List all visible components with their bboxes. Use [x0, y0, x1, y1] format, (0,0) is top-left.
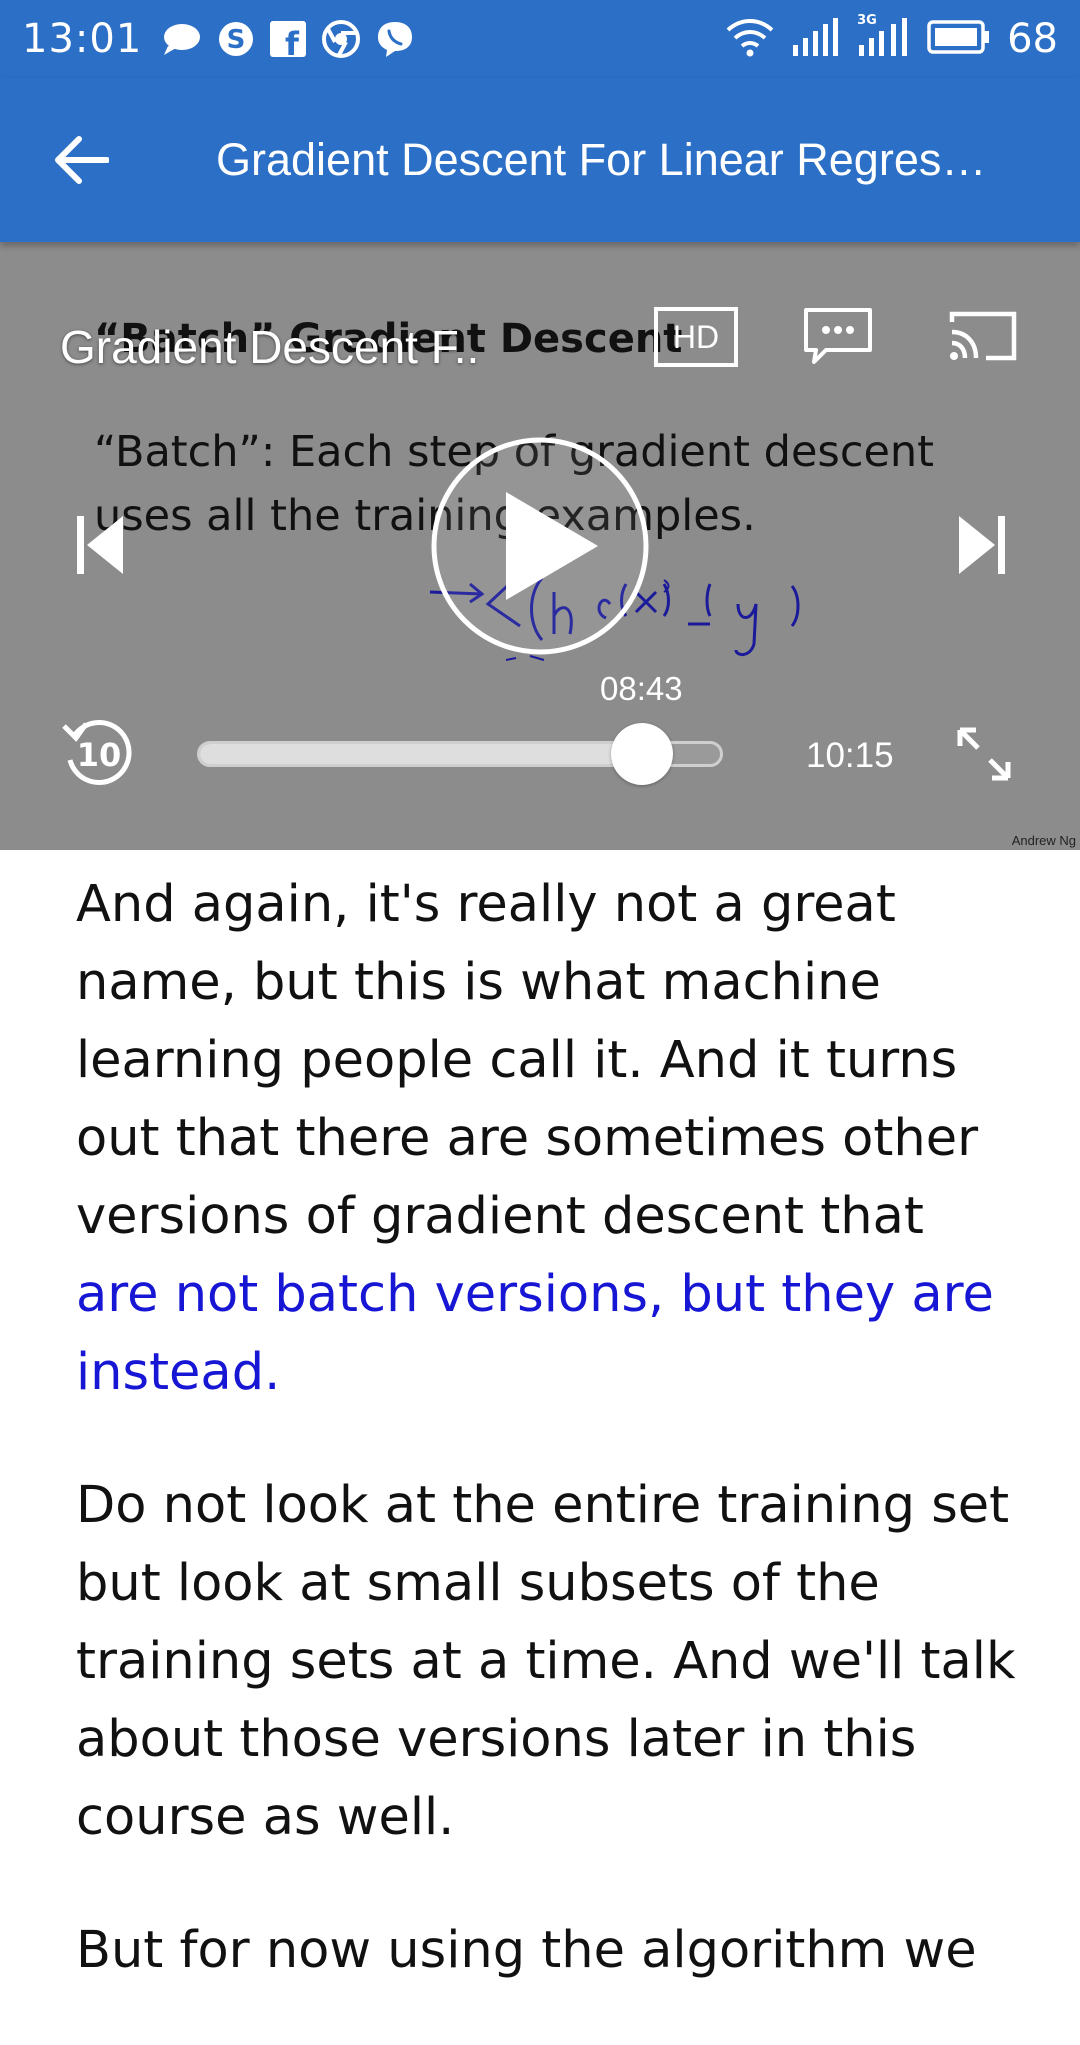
page-title: Gradient Descent For Linear Regres… — [216, 134, 987, 185]
status-time: 13:01 — [22, 16, 143, 62]
signal-3g-icon: 3G — [857, 13, 911, 61]
transcript-text: And again, it's really not a great name,… — [76, 875, 979, 1246]
fullscreen-button[interactable] — [952, 722, 1016, 786]
skip-previous-icon — [77, 516, 123, 574]
facebook-icon: f — [270, 21, 307, 57]
rewind-10-button[interactable]: 10 — [60, 716, 136, 792]
previous-button[interactable] — [70, 510, 130, 580]
next-button[interactable] — [952, 510, 1012, 580]
slide-credit: Andrew Ng — [1011, 833, 1076, 848]
transcript: And again, it's really not a great name,… — [76, 866, 1016, 2045]
cast-icon — [949, 311, 1017, 361]
seek-bar[interactable] — [197, 723, 723, 785]
chrome-icon — [322, 20, 361, 58]
hd-button[interactable]: HD — [654, 307, 738, 367]
transcript-paragraph[interactable]: Do not look at the entire training set b… — [76, 1467, 1016, 1857]
video-player[interactable]: “Batch” Gradient Descent “Batch”: Each s… — [0, 242, 1080, 850]
subtitles-icon — [804, 308, 872, 364]
cast-button[interactable] — [946, 306, 1020, 366]
battery-icon — [927, 19, 991, 59]
signal-icon — [791, 17, 841, 61]
play-icon — [431, 437, 649, 655]
total-time: 10:15 — [806, 736, 894, 775]
arrow-back-icon — [55, 136, 109, 184]
replay-10-icon: 10 — [62, 720, 132, 785]
chat-bubble-icon — [162, 22, 202, 56]
skip-next-icon — [959, 516, 1005, 574]
transcript-current-sentence[interactable]: are not batch versions, but they are ins… — [76, 1265, 994, 1402]
seek-thumb[interactable] — [611, 723, 673, 785]
network-type-label: 3G — [857, 13, 877, 28]
svg-text:S: S — [227, 25, 246, 55]
status-bar: 13:01 S f 3G 68 — [0, 0, 1080, 78]
battery-percentage: 68 — [1007, 16, 1058, 62]
subtitles-button[interactable] — [800, 304, 876, 368]
seek-progress — [200, 744, 642, 764]
transcript-paragraph[interactable]: But for now using the algorithm we — [76, 1912, 1016, 1990]
fullscreen-icon — [957, 727, 1011, 781]
app-bar: Gradient Descent For Linear Regres… — [0, 78, 1080, 242]
back-button[interactable] — [0, 78, 170, 242]
wifi-icon — [725, 17, 775, 61]
svg-text:f: f — [285, 25, 300, 57]
current-time: 08:43 — [600, 670, 683, 707]
play-button[interactable] — [430, 436, 650, 656]
skype-icon: S — [218, 21, 254, 57]
rewind-label: 10 — [77, 736, 122, 774]
transcript-paragraph: And again, it's really not a great name,… — [76, 866, 1016, 1412]
viber-icon — [376, 20, 414, 58]
video-title: Gradient Descent F.. — [60, 321, 480, 373]
